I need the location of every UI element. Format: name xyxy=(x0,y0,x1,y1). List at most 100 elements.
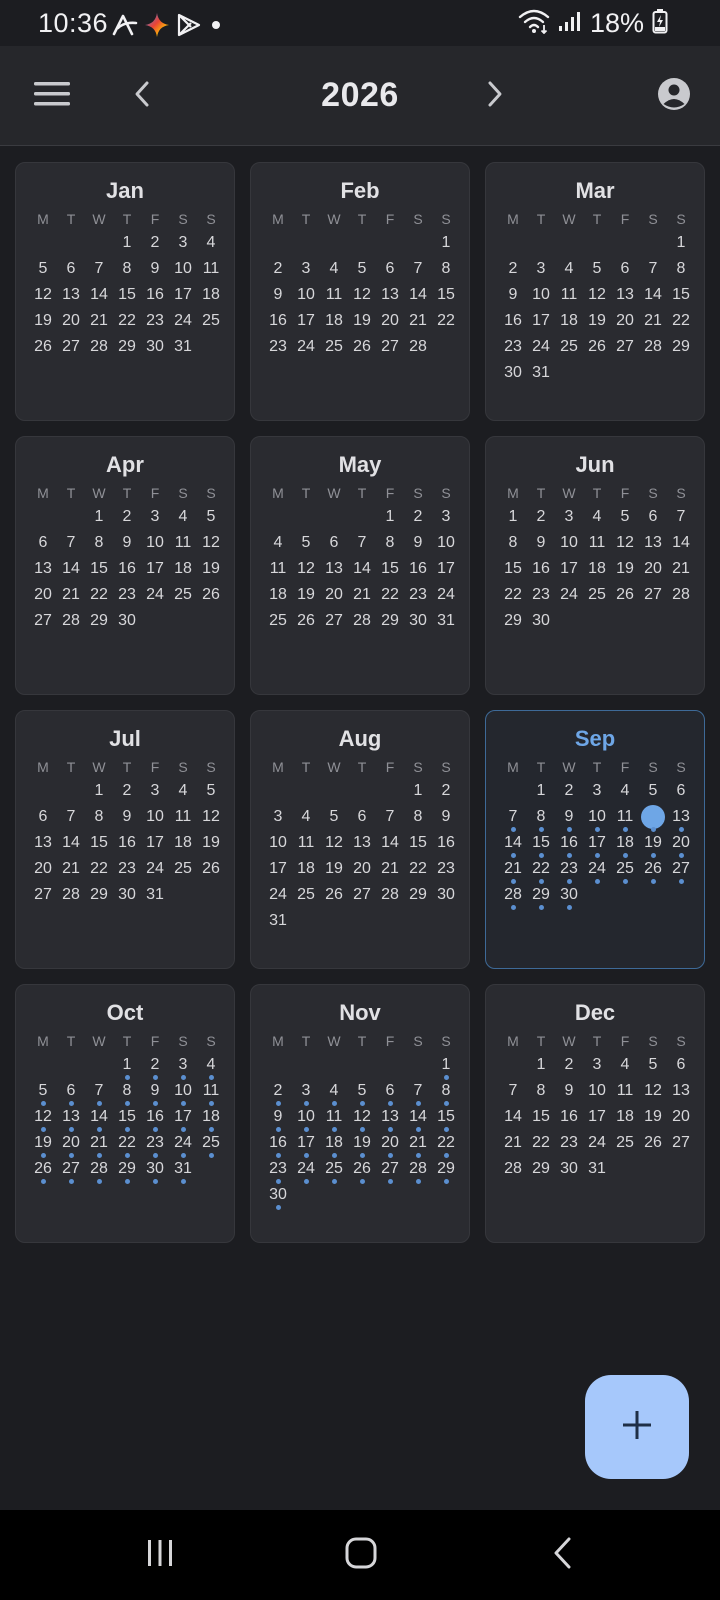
day-cell[interactable]: 1 xyxy=(432,230,460,256)
day-cell[interactable]: 21 xyxy=(85,308,113,334)
day-cell[interactable]: 14 xyxy=(499,1104,527,1130)
day-cell[interactable]: 8 xyxy=(113,256,141,282)
day-cell[interactable]: 21 xyxy=(85,1130,113,1158)
day-cell[interactable]: 17 xyxy=(264,856,292,882)
month-card-sep[interactable]: SepMTWTFSS123456789101112131415161718192… xyxy=(485,710,705,969)
day-cell[interactable]: 11 xyxy=(197,1078,225,1106)
day-cell[interactable]: 2 xyxy=(141,1052,169,1080)
day-cell[interactable]: 17 xyxy=(169,1104,197,1132)
home-button[interactable] xyxy=(331,1530,391,1580)
day-cell[interactable]: 14 xyxy=(85,1104,113,1132)
day-cell[interactable]: 11 xyxy=(611,1078,639,1104)
day-cell[interactable]: 15 xyxy=(527,830,555,858)
day-cell[interactable]: 5 xyxy=(197,504,225,530)
day-cell[interactable]: 16 xyxy=(527,556,555,582)
day-cell[interactable]: 25 xyxy=(292,882,320,908)
day-cell[interactable]: 15 xyxy=(432,1104,460,1132)
day-cell[interactable]: 26 xyxy=(320,882,348,908)
day-cell[interactable]: 19 xyxy=(29,308,57,334)
day-cell[interactable]: 1 xyxy=(404,778,432,804)
day-cell[interactable]: 20 xyxy=(376,1130,404,1158)
day-cell[interactable]: 1 xyxy=(527,1052,555,1078)
day-cell[interactable]: 29 xyxy=(527,882,555,910)
day-cell[interactable]: 10 xyxy=(141,804,169,830)
day-cell[interactable]: 23 xyxy=(404,582,432,608)
day-cell[interactable]: 14 xyxy=(404,1104,432,1132)
recent-apps-button[interactable] xyxy=(130,1530,190,1580)
day-cell[interactable]: 25 xyxy=(555,334,583,360)
day-cell[interactable]: 12 xyxy=(639,1078,667,1104)
day-cell[interactable]: 24 xyxy=(141,856,169,882)
day-cell[interactable]: 3 xyxy=(292,1078,320,1106)
day-cell[interactable]: 7 xyxy=(499,804,527,832)
day-cell[interactable]: 9 xyxy=(404,530,432,556)
day-cell[interactable]: 13 xyxy=(29,830,57,856)
day-cell[interactable]: 6 xyxy=(376,1078,404,1106)
day-cell[interactable]: 20 xyxy=(611,308,639,334)
day-cell[interactable]: 21 xyxy=(499,856,527,884)
month-card-oct[interactable]: Oct M T W T F S S 1 2 3 4 5 6 7 8 9 10 11 12 13 14 15 16 17 18 19 2… xyxy=(15,984,235,1243)
day-cell[interactable]: 30 xyxy=(141,1156,169,1184)
day-cell[interactable]: 28 xyxy=(85,1156,113,1184)
day-cell[interactable]: 5 xyxy=(348,1078,376,1106)
day-cell[interactable]: 27 xyxy=(348,882,376,908)
day-cell[interactable]: 28 xyxy=(499,882,527,910)
day-cell[interactable]: 9 xyxy=(264,282,292,308)
day-cell[interactable]: 17 xyxy=(432,556,460,582)
day-cell[interactable]: 18 xyxy=(583,556,611,582)
day-cell[interactable]: 13 xyxy=(320,556,348,582)
day-cell[interactable]: 11 xyxy=(611,804,639,832)
day-cell[interactable]: 14 xyxy=(667,530,695,556)
day-cell[interactable]: 26 xyxy=(611,582,639,608)
day-cell[interactable]: 15 xyxy=(404,830,432,856)
day-cell[interactable]: 13 xyxy=(376,282,404,308)
day-cell[interactable]: 28 xyxy=(57,608,85,634)
day-cell[interactable]: 31 xyxy=(169,1156,197,1184)
day-cell[interactable]: 1 xyxy=(113,230,141,256)
day-cell[interactable]: 23 xyxy=(113,582,141,608)
day-cell[interactable]: 25 xyxy=(197,1130,225,1158)
day-cell[interactable]: 31 xyxy=(432,608,460,634)
day-cell[interactable]: 15 xyxy=(113,1104,141,1132)
day-cell[interactable]: 4 xyxy=(320,1078,348,1106)
day-cell[interactable]: 22 xyxy=(85,582,113,608)
day-cell[interactable]: 7 xyxy=(404,256,432,282)
day-cell[interactable]: 17 xyxy=(292,1130,320,1158)
day-cell[interactable]: 23 xyxy=(264,1156,292,1184)
day-cell[interactable]: 27 xyxy=(639,582,667,608)
day-cell[interactable]: 5 xyxy=(292,530,320,556)
day-cell[interactable]: 13 xyxy=(57,1104,85,1132)
day-cell[interactable]: 8 xyxy=(376,530,404,556)
day-cell[interactable]: 22 xyxy=(527,856,555,884)
day-cell[interactable]: 1 xyxy=(432,1052,460,1080)
day-cell[interactable]: 3 xyxy=(583,778,611,804)
day-cell[interactable]: 27 xyxy=(667,1130,695,1156)
day-cell[interactable]: 26 xyxy=(348,1156,376,1184)
day-cell[interactable]: 17 xyxy=(292,308,320,334)
day-cell[interactable]: 26 xyxy=(197,582,225,608)
day-cell[interactable]: 24 xyxy=(292,1156,320,1184)
day-cell[interactable]: 2 xyxy=(432,778,460,804)
day-cell[interactable]: 17 xyxy=(583,830,611,858)
month-card-apr[interactable]: Apr M T W T F S S 1 2 3 4 5 6 7 8 9 10 11 12 13 14 15 16 17 18 19 2… xyxy=(15,436,235,695)
day-cell[interactable]: 26 xyxy=(639,856,667,884)
day-cell[interactable]: 6 xyxy=(611,256,639,282)
day-cell[interactable]: 28 xyxy=(639,334,667,360)
day-cell[interactable]: 13 xyxy=(611,282,639,308)
day-cell[interactable]: 31 xyxy=(264,908,292,934)
month-card-dec[interactable]: Dec M T W T F S S 1 2 3 4 5 6 7 8 9 10 11 12 13 14 15 16 17 18 19 2… xyxy=(485,984,705,1243)
month-card-feb[interactable]: Feb M T W T F S S 1 2 3 4 5 6 7 8 9 10 11 12 13 14 15 16 17 18 19 2… xyxy=(250,162,470,421)
day-cell[interactable]: 17 xyxy=(141,830,169,856)
day-cell[interactable]: 20 xyxy=(376,308,404,334)
day-cell[interactable]: 17 xyxy=(583,1104,611,1130)
day-cell[interactable]: 3 xyxy=(141,504,169,530)
day-cell[interactable]: 25 xyxy=(169,856,197,882)
day-cell[interactable]: 13 xyxy=(376,1104,404,1132)
day-cell[interactable]: 12 xyxy=(29,1104,57,1132)
day-cell[interactable]: 4 xyxy=(292,804,320,830)
day-cell[interactable]: 16 xyxy=(113,830,141,856)
day-cell[interactable]: 5 xyxy=(197,778,225,804)
month-card-jun[interactable]: Jun M T W T F S S 1 2 3 4 5 6 7 8 9 10 11 12 13 14 15 16 17 18 19 2… xyxy=(485,436,705,695)
day-cell[interactable]: 9 xyxy=(555,804,583,832)
day-cell[interactable]: 6 xyxy=(57,256,85,282)
